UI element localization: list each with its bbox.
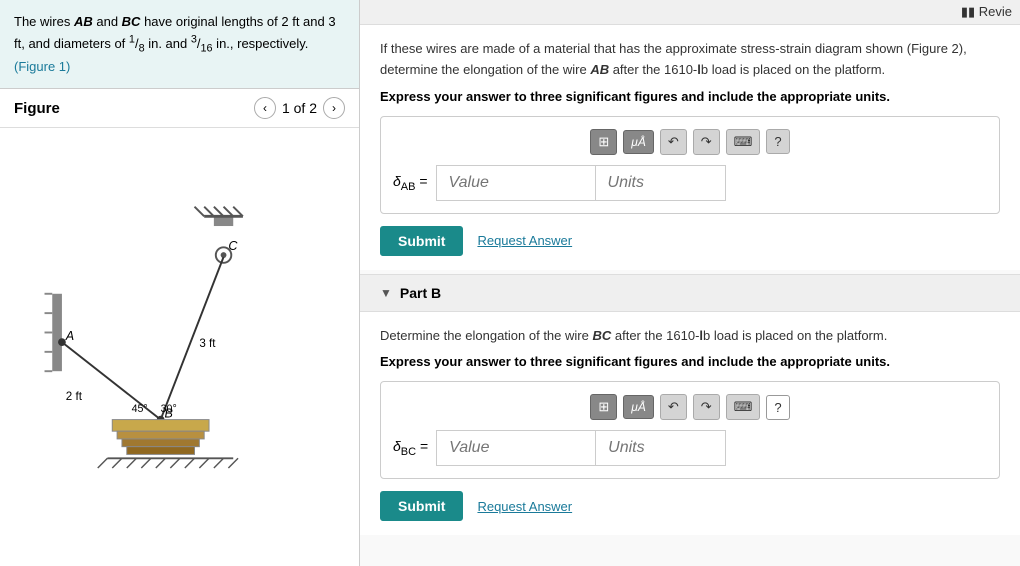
- wire-ab-label: AB: [74, 14, 93, 29]
- help-button-a[interactable]: ?: [766, 129, 789, 154]
- problem-text: The wires AB and BC have original length…: [14, 14, 336, 51]
- figure-title: Figure: [14, 100, 60, 117]
- redo-button-b[interactable]: ↷: [693, 394, 720, 420]
- units-input-b[interactable]: [596, 430, 726, 466]
- part-b-action-row: Submit Request Answer: [380, 491, 1000, 521]
- keyboard-icon-b: ⌨: [734, 399, 753, 415]
- top-support: [213, 216, 232, 226]
- review-label: ▮▮ Revie: [961, 4, 1012, 20]
- prev-figure-button[interactable]: ‹: [254, 97, 276, 119]
- undo-icon-b: ↶: [668, 399, 679, 415]
- part-a-section: If these wires are made of a material th…: [360, 25, 1020, 270]
- wire-bc-label: BC: [122, 14, 141, 29]
- part-b-description: Determine the elongation of the wire BC …: [380, 326, 1000, 347]
- value-input-b[interactable]: [436, 430, 596, 466]
- right-panel: ▮▮ Revie If these wires are made of a ma…: [360, 0, 1020, 566]
- value-input-a[interactable]: [436, 165, 596, 201]
- part-a-toolbar: ⊞ μÅ ↶ ↷ ⌨ ?: [393, 129, 987, 155]
- redo-icon-b: ↷: [701, 399, 712, 415]
- part-b-input-row: δBC =: [393, 430, 987, 466]
- part-b-toolbar: ⊞ μÅ ↶ ↷ ⌨ ?: [393, 394, 987, 420]
- ua-icon-b: μÅ: [631, 400, 646, 414]
- keyboard-button-a[interactable]: ⌨: [726, 129, 761, 155]
- left-panel: The wires AB and BC have original length…: [0, 0, 360, 566]
- length-ab-label: 2 ft: [65, 390, 82, 403]
- platform-top: [112, 420, 209, 432]
- part-a-input-row: δAB =: [393, 165, 987, 201]
- top-bar: ▮▮ Revie: [360, 0, 1020, 25]
- request-answer-link-b[interactable]: Request Answer: [477, 499, 572, 514]
- part-a-action-row: Submit Request Answer: [380, 226, 1000, 256]
- delta-ab-label: δAB =: [393, 173, 428, 193]
- figure-area: A B C: [0, 128, 359, 566]
- submit-button-a[interactable]: Submit: [380, 226, 463, 256]
- undo-button-a[interactable]: ↶: [660, 129, 687, 155]
- part-a-description: If these wires are made of a material th…: [380, 39, 1000, 81]
- label-c: C: [228, 239, 238, 253]
- figure-nav: ‹ 1 of 2 ›: [254, 97, 345, 119]
- ua-button-b[interactable]: μÅ: [623, 395, 654, 419]
- redo-button-a[interactable]: ↷: [693, 129, 720, 155]
- part-b-title: Part B: [400, 285, 441, 301]
- part-b-answer-box: ⊞ μÅ ↶ ↷ ⌨ ? δBC =: [380, 381, 1000, 479]
- length-bc-label: 3 ft: [199, 337, 216, 350]
- figure-ref-link[interactable]: (Figure 1): [14, 59, 70, 74]
- part-b-header: ▼ Part B: [360, 274, 1020, 312]
- grid-icon-b: ⊞: [598, 399, 609, 415]
- part-a-instruction: Express your answer to three significant…: [380, 89, 1000, 104]
- angle1-label: 45°: [131, 403, 147, 415]
- submit-button-b[interactable]: Submit: [380, 491, 463, 521]
- request-answer-link-a[interactable]: Request Answer: [477, 233, 572, 248]
- redo-icon-a: ↷: [701, 134, 712, 150]
- wall-rect: [52, 294, 62, 371]
- collapse-arrow-b[interactable]: ▼: [380, 286, 392, 300]
- undo-button-b[interactable]: ↶: [660, 394, 687, 420]
- part-b-content: Determine the elongation of the wire BC …: [360, 312, 1020, 536]
- part-b-instruction: Express your answer to three significant…: [380, 354, 1000, 369]
- undo-icon-a: ↶: [668, 134, 679, 150]
- figure-diagram: A B C: [40, 197, 320, 497]
- ua-button-a[interactable]: μÅ: [623, 130, 654, 154]
- keyboard-icon-a: ⌨: [734, 134, 753, 150]
- figure-header: Figure ‹ 1 of 2 ›: [0, 89, 359, 128]
- help-icon-b: ?: [774, 400, 781, 415]
- angle2-label: 30°: [160, 403, 176, 415]
- help-button-b[interactable]: ?: [766, 395, 789, 420]
- part-a-answer-box: ⊞ μÅ ↶ ↷ ⌨ ? δAB =: [380, 116, 1000, 214]
- page-indicator: 1 of 2: [282, 100, 317, 116]
- grid-button-a[interactable]: ⊞: [590, 129, 617, 155]
- ua-icon-a: μÅ: [631, 135, 646, 149]
- keyboard-button-b[interactable]: ⌨: [726, 394, 761, 420]
- next-figure-button[interactable]: ›: [323, 97, 345, 119]
- grid-icon-a: ⊞: [598, 134, 609, 150]
- delta-bc-label: δBC =: [393, 438, 428, 458]
- problem-description-box: The wires AB and BC have original length…: [0, 0, 359, 89]
- grid-button-b[interactable]: ⊞: [590, 394, 617, 420]
- help-icon-a: ?: [774, 134, 781, 149]
- label-a: A: [64, 329, 73, 343]
- units-input-a[interactable]: [596, 165, 726, 201]
